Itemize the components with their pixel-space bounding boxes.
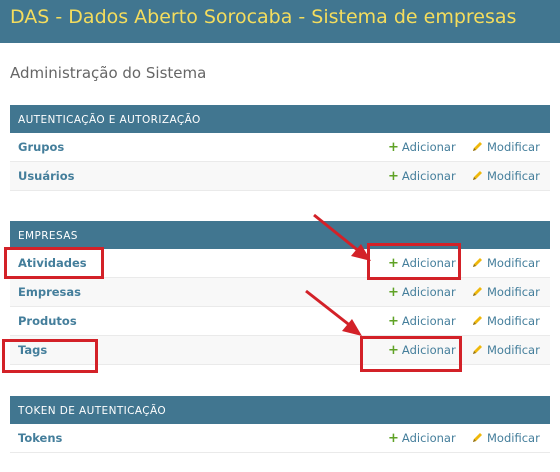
annotation-arrows: [305, 213, 371, 336]
arrow-to-atividades-add: [313, 213, 371, 261]
arrow-to-tags-add: [305, 289, 362, 336]
